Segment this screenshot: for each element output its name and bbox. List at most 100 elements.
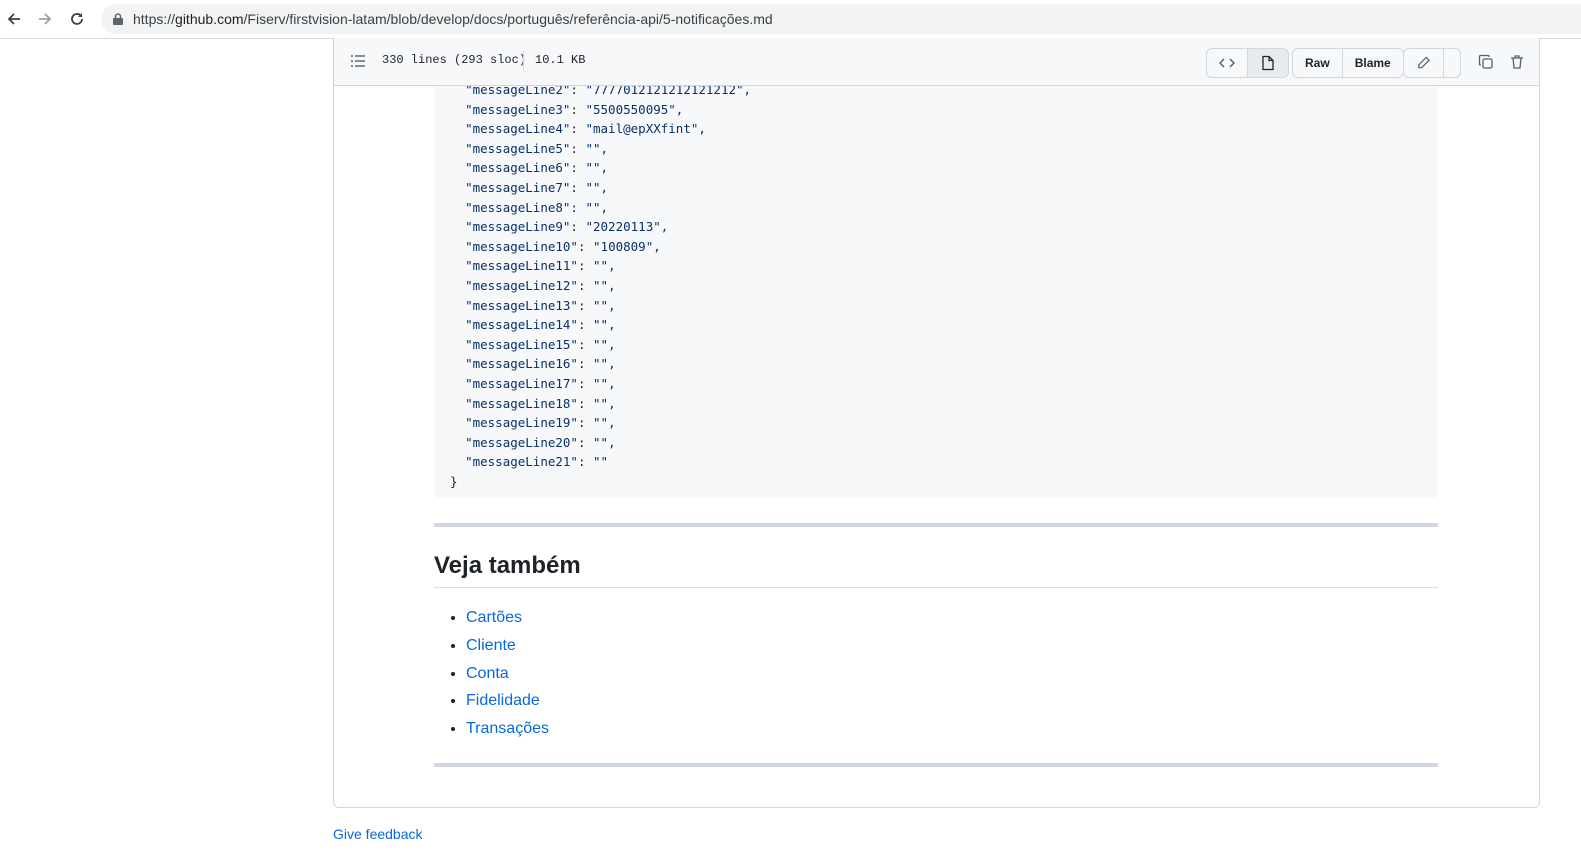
code-icon xyxy=(1219,58,1235,68)
json-key: "messageLine16" xyxy=(465,356,578,372)
view-toggle xyxy=(1206,48,1289,78)
raw-blame-group: Raw Blame xyxy=(1292,48,1404,78)
code-line: "messageLine6": "", xyxy=(465,160,609,176)
back-arrow-icon[interactable] xyxy=(2,7,26,31)
lock-icon xyxy=(113,13,123,25)
horizontal-rule xyxy=(434,523,1438,527)
see-also-link[interactable]: Fidelidade xyxy=(466,692,540,709)
json-value: "", xyxy=(593,415,616,431)
json-key: "messageLine7" xyxy=(465,179,571,195)
list-item: Fidelidade xyxy=(466,687,549,715)
url-prefix: https:// xyxy=(133,11,176,27)
see-also-link[interactable]: Transações xyxy=(466,720,549,737)
line-count: 330 lines (293 sloc) xyxy=(382,53,527,67)
code-line: "messageLine3": "5500550095", xyxy=(465,101,684,117)
copy-button[interactable] xyxy=(1474,50,1498,74)
forward-arrow-icon[interactable] xyxy=(33,7,57,31)
file-viewer: 330 lines (293 sloc) 10.1 KB Raw Blame "… xyxy=(333,38,1540,808)
json-key: "messageLine12" xyxy=(465,277,578,293)
json-value: "", xyxy=(593,277,616,293)
json-value: "", xyxy=(585,160,609,176)
code-line: "messageLine10": "100809", xyxy=(465,238,661,254)
code-line: "messageLine15": "", xyxy=(465,336,616,352)
json-key: "messageLine11" xyxy=(465,258,578,274)
json-value: "", xyxy=(593,258,616,274)
code-line: "messageLine16": "", xyxy=(465,356,616,372)
code-block: "messageLine2": "7777012121212121212", "… xyxy=(434,86,1438,498)
copy-icon xyxy=(1478,54,1493,69)
code-line: "messageLine12": "", xyxy=(465,277,616,293)
list-item: Transações xyxy=(466,715,549,743)
section-heading: Veja também xyxy=(434,552,581,579)
code-content: "messageLine2": "7777012121212121212", "… xyxy=(450,86,751,491)
json-value: "20220113", xyxy=(585,219,669,235)
code-line: "messageLine20": "", xyxy=(465,434,616,450)
json-key: "messageLine15" xyxy=(465,336,578,352)
list-item: Conta xyxy=(466,660,549,688)
json-key: "messageLine8" xyxy=(465,199,571,215)
json-value: "5500550095", xyxy=(585,101,684,117)
give-feedback-link[interactable]: Give feedback xyxy=(333,826,423,842)
code-line: "messageLine13": "", xyxy=(465,297,616,313)
json-key: "messageLine18" xyxy=(465,395,578,411)
horizontal-rule xyxy=(434,763,1438,767)
reload-icon[interactable] xyxy=(65,7,89,31)
code-view-button[interactable] xyxy=(1207,49,1247,77)
json-value: "", xyxy=(593,395,616,411)
preview-view-button[interactable] xyxy=(1247,49,1288,77)
code-line: "messageLine19": "", xyxy=(465,415,616,431)
address-bar[interactable]: https://github.com/Fiserv/firstvision-la… xyxy=(101,4,1581,34)
json-key: "messageLine19" xyxy=(465,415,578,431)
url-domain: github.com xyxy=(175,11,244,27)
code-line: "messageLine14": "", xyxy=(465,317,616,333)
edit-button[interactable] xyxy=(1404,49,1443,77)
json-key: "messageLine21" xyxy=(465,454,578,470)
file-icon xyxy=(1262,55,1274,71)
json-value: "", xyxy=(593,297,616,313)
code-line: "messageLine17": "", xyxy=(465,375,616,391)
code-line: "messageLine9": "20220113", xyxy=(465,219,669,235)
json-key: "messageLine6" xyxy=(465,160,571,176)
json-value: "", xyxy=(585,140,609,156)
json-key: "messageLine17" xyxy=(465,375,578,391)
see-also-link[interactable]: Cliente xyxy=(466,637,516,654)
list-item: Cartões xyxy=(466,604,549,632)
json-key: "messageLine4" xyxy=(465,121,571,137)
code-line: "messageLine4": "mail@epXXfint", xyxy=(465,121,706,137)
edit-group xyxy=(1403,48,1461,78)
json-value: "7777012121212121212", xyxy=(585,86,752,97)
trash-icon xyxy=(1511,55,1523,69)
code-line: "messageLine7": "", xyxy=(465,179,609,195)
json-key: "messageLine13" xyxy=(465,297,578,313)
json-key: "messageLine3" xyxy=(465,101,571,117)
closing-brace: } xyxy=(450,473,458,489)
json-value: "mail@epXXfint", xyxy=(585,121,706,137)
json-value: "", xyxy=(593,317,616,333)
heading-underline xyxy=(434,587,1438,588)
code-line: "messageLine11": "", xyxy=(465,258,616,274)
see-also-list: Cartões Cliente Conta Fidelidade Transações xyxy=(434,604,549,743)
code-line: "messageLine21": "" xyxy=(465,454,609,470)
raw-button[interactable]: Raw xyxy=(1293,49,1342,77)
json-key: "messageLine5" xyxy=(465,140,571,156)
url-text: https://github.com/Fiserv/firstvision-la… xyxy=(133,11,773,27)
json-key: "messageLine10" xyxy=(465,238,578,254)
browser-toolbar: https://github.com/Fiserv/firstvision-la… xyxy=(0,0,1581,39)
table-of-contents-icon[interactable] xyxy=(350,53,366,69)
pencil-icon xyxy=(1418,56,1430,69)
edit-dropdown-button[interactable] xyxy=(1443,49,1460,77)
json-value: "", xyxy=(585,199,609,215)
divider xyxy=(523,51,524,71)
json-key: "messageLine9" xyxy=(465,219,571,235)
url-path: /Fiserv/firstvision-latam/blob/develop/d… xyxy=(243,11,773,27)
see-also-link[interactable]: Conta xyxy=(466,665,509,682)
json-value: "" xyxy=(593,454,609,470)
list-item: Cliente xyxy=(466,632,549,660)
json-value: "", xyxy=(585,179,609,195)
blame-button[interactable]: Blame xyxy=(1341,49,1403,77)
delete-button[interactable] xyxy=(1505,50,1529,74)
file-header: 330 lines (293 sloc) 10.1 KB Raw Blame xyxy=(334,38,1539,86)
see-also-link[interactable]: Cartões xyxy=(466,609,522,626)
json-value: "100809", xyxy=(593,238,661,254)
code-line: "messageLine18": "", xyxy=(465,395,616,411)
